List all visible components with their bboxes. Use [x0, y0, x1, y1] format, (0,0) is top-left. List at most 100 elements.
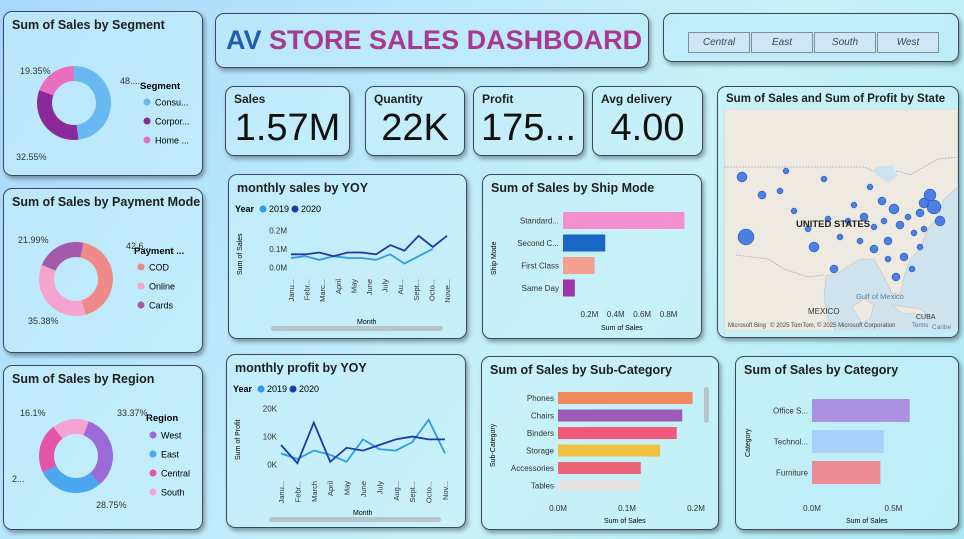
category-chart[interactable]: Category Sum of Sales Office S... Technol… — [736, 357, 960, 531]
donut-seg-slice-0[interactable] — [74, 66, 111, 140]
ship-mode-chart[interactable]: Ship Mode Sum of Sales Standard... Second… — [483, 175, 703, 340]
payment-card[interactable]: Sum of Sales by Payment Mode 42.6... 35.… — [3, 188, 203, 353]
slicer-east[interactable]: East — [751, 32, 813, 53]
category-card[interactable]: Sum of Sales by Category Category Sum of… — [735, 356, 959, 530]
kpi-quantity[interactable]: Quantity 22K — [365, 86, 465, 156]
payment-donut[interactable]: 42.6... 35.38% 21.99% Payment ... CODOnl… — [4, 189, 204, 354]
map-bubble-30[interactable] — [884, 255, 892, 263]
sc-plot-bar-1[interactable] — [558, 409, 683, 422]
state-map-card[interactable]: Sum of Sales and Sum of Profit by State … — [717, 86, 959, 338]
monthly-profit-chart[interactable]: Year 2019 2020 Sum of Profit Month 0K 10K… — [227, 355, 467, 529]
map-bubble-14[interactable] — [895, 220, 905, 230]
map-bubble-33[interactable] — [866, 183, 874, 191]
map-bubble-28[interactable] — [869, 244, 879, 254]
legend-seg-item-2[interactable]: Home ... — [155, 136, 189, 146]
sub-category-chart[interactable]: Sub-Category Sum of Sales Phones Chairs Bi… — [482, 357, 720, 531]
map-bubble-36[interactable] — [880, 217, 888, 225]
map-bubble-32[interactable] — [920, 225, 928, 233]
monthly-sales-card[interactable]: monthly sales by YOY Year 2019 2020 Sum … — [228, 174, 467, 339]
map-bubble-3[interactable] — [776, 187, 784, 195]
legend-seg-item-1[interactable]: Corpor... — [155, 117, 190, 127]
mp-plot-series-2020[interactable] — [280, 420, 445, 465]
sub-category-card[interactable]: Sum of Sales by Sub-Category Sub-Categor… — [481, 356, 719, 530]
slicer-central[interactable]: Central — [688, 32, 750, 53]
map-bubble-21[interactable] — [934, 215, 946, 227]
kpi-profit[interactable]: Profit 175... — [473, 86, 584, 156]
slicer-west[interactable]: West — [877, 32, 939, 53]
map-bubble-11[interactable] — [877, 196, 887, 206]
map-bubble-5[interactable] — [808, 241, 820, 253]
ms-plot-series-2019[interactable] — [290, 247, 434, 265]
legend-seg-item-0[interactable]: Consu... — [155, 98, 189, 108]
map-bubble-0[interactable] — [736, 171, 748, 183]
sc-plot-bar-4[interactable] — [558, 462, 641, 474]
legend-pay-item-2[interactable]: Cards — [149, 301, 174, 311]
legend-pay-swatch-1 — [137, 282, 145, 290]
sm-plot-bar-0[interactable] — [563, 212, 685, 229]
region-donut[interactable]: 33.37% 28.75% 2... 16.1% Region West East… — [4, 366, 204, 531]
segment-card[interactable]: Sum of Sales by Segment 48.... 32.55% 19… — [3, 11, 203, 176]
map-bubble-16[interactable] — [910, 229, 918, 237]
legend-pay-item-1[interactable]: Online — [149, 282, 175, 292]
donut-seg-slice-1[interactable] — [37, 90, 79, 140]
region-card[interactable]: Sum of Sales by Region 33.37% 28.75% 2..… — [3, 365, 203, 530]
segment-donut[interactable]: 48.... 32.55% 19.35% Segment Consu... Cor… — [4, 12, 204, 177]
map-bubble-22[interactable] — [899, 252, 909, 262]
cat-plot-bar-1[interactable] — [812, 430, 884, 453]
map-bubble-20[interactable] — [926, 199, 942, 215]
map-bubble-2[interactable] — [757, 190, 767, 200]
slicer-south[interactable]: South — [814, 32, 876, 53]
legend-reg-item-3[interactable]: South — [161, 488, 185, 498]
map-bubble-31[interactable] — [891, 272, 901, 282]
map-bubble-15[interactable] — [904, 213, 912, 221]
map-bubble-17[interactable] — [915, 208, 925, 218]
map-bubble-35[interactable] — [820, 175, 828, 183]
state-map[interactable]: UNITED STATES MEXICO Gulf of Mexico CUBA… — [724, 109, 958, 331]
map-terms-link[interactable]: Terms — [912, 323, 928, 329]
donut-pay-slice-0[interactable] — [80, 242, 113, 315]
map-bubble-34[interactable] — [782, 167, 790, 175]
sm-plot-bar-2[interactable] — [563, 257, 595, 274]
sm-plot-bar-3[interactable] — [563, 279, 575, 297]
kpi-delivery[interactable]: Avg delivery 4.00 — [592, 86, 703, 156]
map-bubble-23[interactable] — [908, 265, 916, 273]
sm-plot-bar-1[interactable] — [563, 234, 606, 252]
legend-reg-item-1[interactable]: East — [161, 450, 180, 460]
map-bubble-6[interactable] — [829, 264, 839, 274]
map-label-gulf: Gulf of Mexico — [856, 292, 904, 301]
sc-plot-bar-2[interactable] — [558, 427, 677, 439]
ship-mode-card[interactable]: Sum of Sales by Ship Mode Ship Mode Sum … — [482, 174, 702, 339]
mp-scrollbar[interactable] — [269, 517, 441, 522]
sc-plot-bar-0[interactable] — [558, 392, 693, 404]
ms-scrollbar[interactable] — [271, 326, 443, 331]
map-bubble-24[interactable] — [916, 243, 924, 251]
region-slicer: Central East South West — [663, 13, 959, 62]
sc-plot-bar-3[interactable] — [558, 444, 661, 457]
map-bubble-12[interactable] — [883, 236, 893, 246]
legend-pay-item-0[interactable]: COD — [149, 263, 170, 273]
map-bubble-19[interactable] — [923, 188, 937, 202]
payment-pct-2: 21.99% — [18, 235, 49, 245]
map-bubble-10[interactable] — [870, 223, 878, 231]
map-bubble-8[interactable] — [850, 201, 858, 209]
legend-reg-item-0[interactable]: West — [161, 431, 182, 441]
map-bubble-7[interactable] — [836, 233, 844, 241]
map-bubble-1[interactable] — [737, 228, 755, 246]
donut-reg-slice-1[interactable] — [42, 465, 100, 493]
ms-plot-xtick-8: Sept... — [412, 279, 421, 301]
monthly-sales-chart[interactable]: Year 2019 2020 Sum of Sales Month 0.0M 0.… — [229, 175, 468, 340]
legend-reg-item-2[interactable]: Central — [161, 469, 190, 479]
cat-plot-bar-0[interactable] — [812, 399, 910, 422]
legend-reg-swatch-1 — [149, 450, 157, 458]
sc-scrollbar[interactable] — [704, 387, 709, 423]
donut-pay-slice-2[interactable] — [41, 242, 84, 271]
kpi-sales[interactable]: Sales 1.57M — [225, 86, 350, 156]
map-bubble-29[interactable] — [856, 237, 864, 245]
donut-pay-slice-1[interactable] — [38, 264, 86, 316]
map-bubble-13[interactable] — [888, 203, 900, 215]
kpi-profit-label: Profit — [482, 92, 514, 106]
sc-plot-bar-5[interactable] — [558, 479, 640, 492]
cat-plot-bar-2[interactable] — [812, 461, 881, 484]
map-bubble-4[interactable] — [790, 207, 798, 215]
monthly-profit-card[interactable]: monthly profit by YOY Year 2019 2020 Sum… — [226, 354, 466, 528]
